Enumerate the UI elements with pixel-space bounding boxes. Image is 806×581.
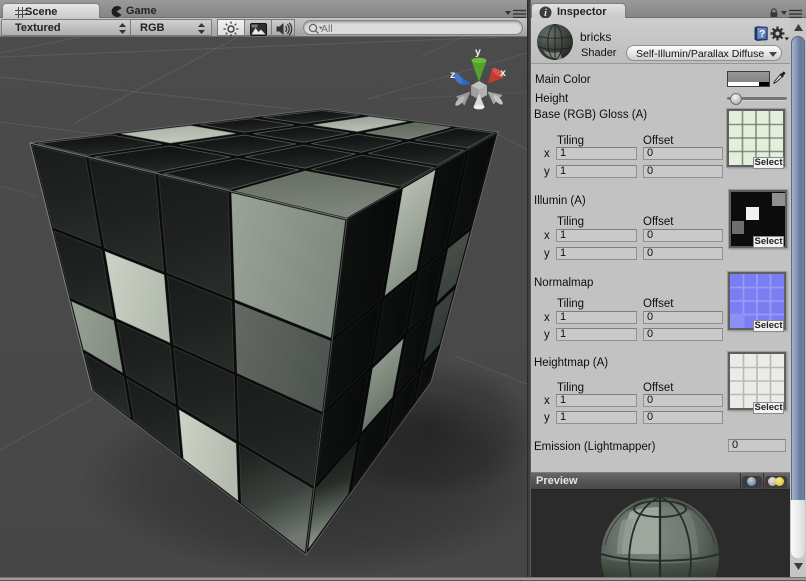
svg-text:?: ? <box>759 29 765 40</box>
svg-text:y: y <box>475 46 481 58</box>
svg-text:x: x <box>500 67 506 79</box>
svg-text:i: i <box>544 8 547 19</box>
svg-text:z: z <box>450 69 455 81</box>
